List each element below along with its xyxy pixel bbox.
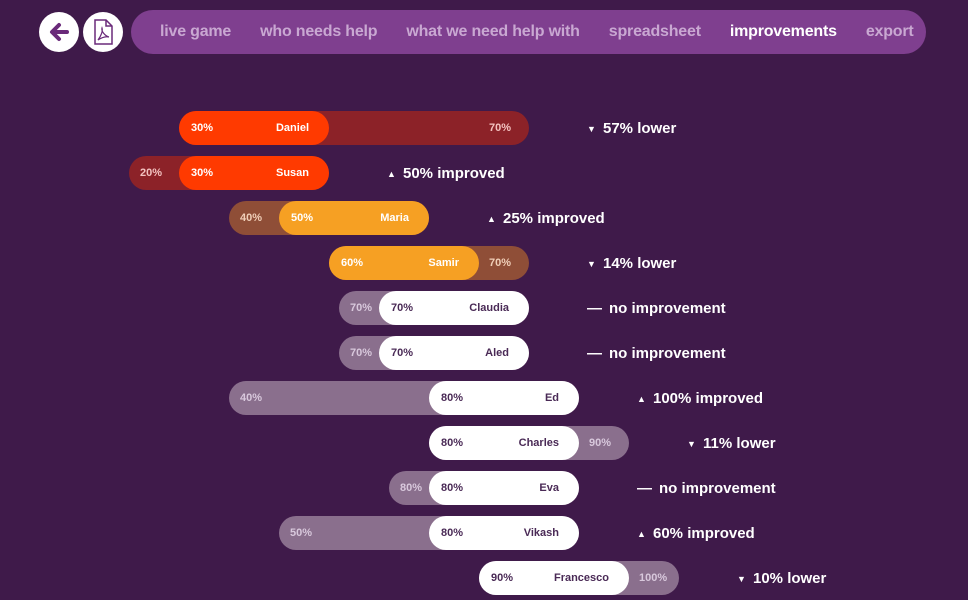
arrow-left-icon: [50, 23, 69, 41]
person-name: Daniel: [275, 122, 309, 134]
person-name: Eva: [539, 482, 559, 494]
dash-icon: —: [637, 480, 652, 497]
improvement-status: — no improvement: [637, 480, 776, 497]
status-text: no improvement: [659, 480, 776, 497]
triangle-down-icon: ▼: [587, 123, 596, 134]
nav-tab-what-we-need-help-with[interactable]: what we need help with: [406, 23, 580, 41]
status-text: 50% improved: [403, 165, 505, 182]
previous-score: 40%: [240, 392, 263, 404]
previous-score: 70%: [350, 347, 373, 359]
person-name: Francesco: [553, 572, 609, 584]
current-score-pill[interactable]: 30% Daniel: [179, 111, 329, 145]
triangle-up-icon: ▲: [637, 393, 646, 404]
person-row: 100% 90% Francesco ▼ 10% lower: [0, 561, 968, 595]
status-text: 25% improved: [503, 210, 605, 227]
person-name: Samir: [428, 257, 459, 269]
person-row: 70% 70% Claudia — no improvement: [0, 291, 968, 325]
improvement-status: ▲ 100% improved: [637, 390, 763, 407]
current-score: 80%: [441, 527, 464, 539]
triangle-up-icon: ▲: [387, 168, 396, 179]
improvement-status: ▼ 11% lower: [687, 435, 776, 452]
person-row: 40% 80% Ed ▲ 100% improved: [0, 381, 968, 415]
improvement-status: ▼ 57% lower: [587, 120, 676, 137]
person-name: Charles: [518, 437, 559, 449]
main-nav: live game who needs help what we need help…: [131, 10, 926, 54]
status-text: no improvement: [609, 345, 726, 362]
triangle-down-icon: ▼: [737, 573, 746, 584]
improvement-status: — no improvement: [587, 345, 726, 362]
person-row: 80% 80% Eva — no improvement: [0, 471, 968, 505]
triangle-down-icon: ▼: [587, 258, 596, 269]
nav-tab-improvements[interactable]: improvements: [730, 23, 837, 41]
nav-tab-export[interactable]: export: [866, 23, 914, 41]
previous-score: 50%: [290, 527, 313, 539]
previous-score: 90%: [589, 437, 612, 449]
current-score-pill[interactable]: 30% Susan: [179, 156, 329, 190]
status-text: 100% improved: [653, 390, 764, 407]
pdf-icon: [94, 19, 113, 45]
current-score-pill[interactable]: 60% Samir: [329, 246, 479, 280]
dash-icon: —: [587, 345, 602, 362]
current-score-pill[interactable]: 80% Eva: [429, 471, 579, 505]
improvement-status: ▼ 14% lower: [587, 255, 676, 272]
status-text: 60% improved: [653, 525, 755, 542]
improvement-status: ▲ 60% improved: [637, 525, 755, 542]
person-row: 90% 80% Charles ▼ 11% lower: [0, 426, 968, 460]
current-score: 70%: [391, 347, 414, 359]
status-text: 11% lower: [703, 435, 776, 452]
current-score-pill[interactable]: 70% Aled: [379, 336, 529, 370]
person-name: Claudia: [469, 302, 509, 314]
person-name: Susan: [275, 167, 309, 179]
current-score-pill[interactable]: 50% Maria: [279, 201, 429, 235]
current-score: 80%: [441, 482, 464, 494]
person-row: 70% 30% Daniel ▼ 57% lower: [0, 111, 968, 145]
nav-tab-live-game[interactable]: live game: [160, 23, 231, 41]
current-score-pill[interactable]: 80% Vikash: [429, 516, 579, 550]
triangle-up-icon: ▲: [487, 213, 496, 224]
previous-score: 40%: [240, 212, 263, 224]
current-score-pill[interactable]: 80% Ed: [429, 381, 579, 415]
nav-tab-spreadsheet[interactable]: spreadsheet: [609, 23, 701, 41]
previous-score: 80%: [400, 482, 423, 494]
person-row: 70% 70% Aled — no improvement: [0, 336, 968, 370]
improvement-status: — no improvement: [587, 300, 726, 317]
status-text: 10% lower: [753, 570, 827, 587]
previous-score: 20%: [140, 167, 163, 179]
back-button[interactable]: [39, 12, 79, 52]
status-text: 57% lower: [603, 120, 677, 137]
person-row: 70% 60% Samir ▼ 14% lower: [0, 246, 968, 280]
triangle-up-icon: ▲: [637, 528, 646, 539]
pdf-export-button[interactable]: [83, 12, 123, 52]
current-score: 80%: [441, 392, 464, 404]
dash-icon: —: [587, 300, 602, 317]
nav-tab-who-needs-help[interactable]: who needs help: [260, 23, 377, 41]
person-row: 20% 30% Susan ▲ 50% improved: [0, 156, 968, 190]
previous-score: 100%: [639, 572, 668, 584]
person-row: 40% 50% Maria ▲ 25% improved: [0, 201, 968, 235]
person-row: 50% 80% Vikash ▲ 60% improved: [0, 516, 968, 550]
current-score: 70%: [391, 302, 414, 314]
person-name: Ed: [544, 392, 559, 404]
current-score: 30%: [191, 167, 214, 179]
previous-score: 70%: [489, 257, 512, 269]
improvement-status: ▲ 25% improved: [487, 210, 605, 227]
triangle-down-icon: ▼: [687, 438, 696, 449]
current-score-pill[interactable]: 80% Charles: [429, 426, 579, 460]
status-text: 14% lower: [603, 255, 677, 272]
person-name: Vikash: [523, 527, 559, 539]
current-score-pill[interactable]: 70% Claudia: [379, 291, 529, 325]
current-score-pill[interactable]: 90% Francesco: [479, 561, 629, 595]
current-score: 50%: [291, 212, 314, 224]
person-name: Maria: [380, 212, 409, 224]
previous-score: 70%: [350, 302, 373, 314]
current-score: 60%: [341, 257, 364, 269]
current-score: 90%: [491, 572, 514, 584]
previous-score: 70%: [489, 122, 512, 134]
improvement-status: ▼ 10% lower: [737, 570, 826, 587]
status-text: no improvement: [609, 300, 726, 317]
person-name: Aled: [485, 347, 509, 359]
current-score: 30%: [191, 122, 214, 134]
current-score: 80%: [441, 437, 464, 449]
improvement-status: ▲ 50% improved: [387, 165, 505, 182]
